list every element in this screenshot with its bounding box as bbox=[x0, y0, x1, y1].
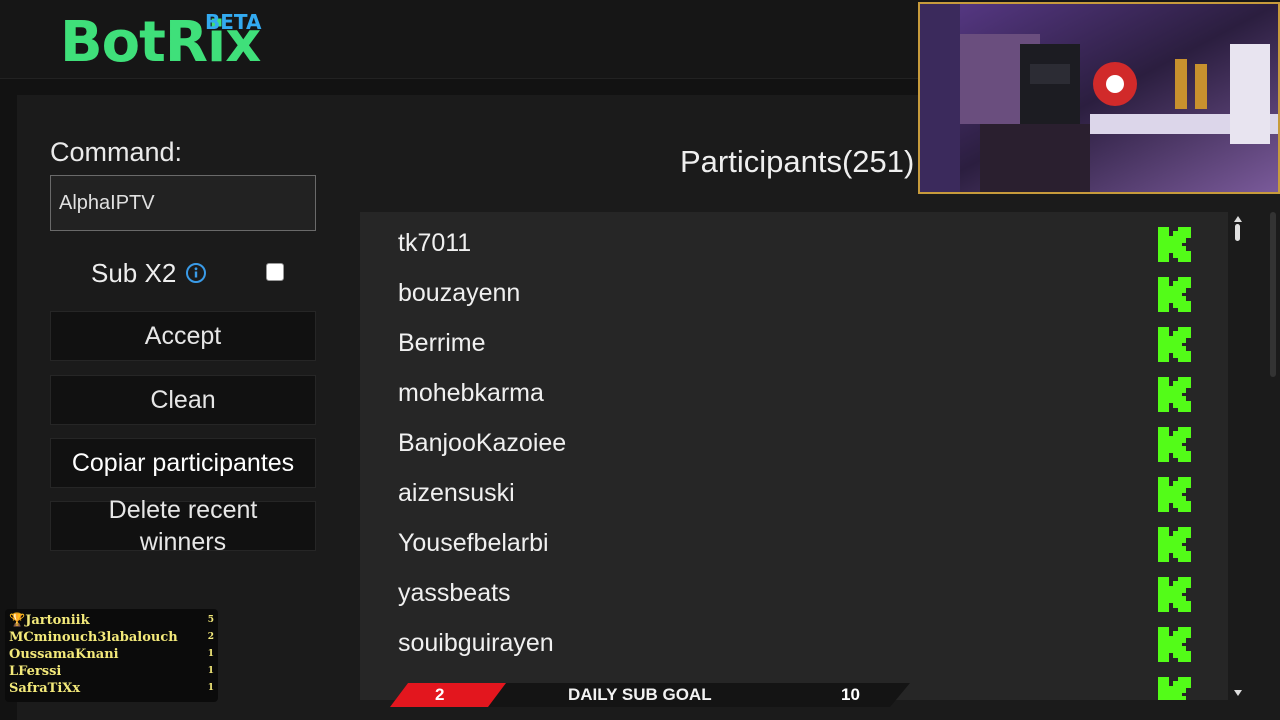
command-input[interactable] bbox=[50, 175, 316, 231]
kick-icon bbox=[1158, 427, 1191, 462]
copy-participants-button[interactable]: Copiar participantes bbox=[50, 438, 316, 488]
kick-icon bbox=[1158, 477, 1191, 512]
delete-button-line1: Delete recent bbox=[108, 496, 258, 524]
clean-button[interactable]: Clean bbox=[50, 375, 316, 425]
beta-badge: BETA bbox=[205, 10, 262, 34]
goal-target-count: 10 bbox=[841, 685, 860, 704]
kick-icon bbox=[1158, 577, 1191, 612]
webcam-overlay bbox=[918, 2, 1280, 194]
participant-row[interactable]: souibguirayen bbox=[360, 617, 1228, 667]
participant-name: Berrime bbox=[398, 329, 486, 357]
participant-name: Yousefbelarbi bbox=[398, 529, 549, 557]
winner-row: MCminouch3labalouch 2 bbox=[9, 630, 214, 647]
winner-count: 1 bbox=[207, 649, 214, 659]
participant-row[interactable]: Yousefbelarbi bbox=[360, 517, 1228, 567]
info-icon[interactable] bbox=[186, 263, 206, 283]
scroll-down-arrow-icon[interactable] bbox=[1234, 690, 1242, 696]
goal-label: DAILY SUB GOAL bbox=[568, 685, 712, 704]
trophy-icon: 🏆 bbox=[9, 613, 26, 628]
participant-row[interactable]: tk7011 bbox=[360, 217, 1228, 267]
participant-row[interactable]: BanjooKazoiee bbox=[360, 417, 1228, 467]
kick-icon bbox=[1158, 627, 1191, 662]
winner-count: 5 bbox=[207, 615, 214, 625]
kick-icon bbox=[1158, 277, 1191, 312]
winner-row: OussamaKnani 1 bbox=[9, 647, 214, 664]
participant-name: bouzayenn bbox=[398, 279, 521, 307]
winner-count: 1 bbox=[207, 683, 214, 693]
winner-row: SafraTiXx 1 bbox=[9, 681, 214, 698]
subx2-checkbox[interactable] bbox=[266, 263, 284, 281]
winner-count: 1 bbox=[207, 666, 214, 676]
kick-icon bbox=[1158, 527, 1191, 562]
participant-row[interactable]: mohebkarma bbox=[360, 367, 1228, 417]
winner-name: MCminouch3labalouch bbox=[9, 630, 178, 645]
kick-icon bbox=[1158, 227, 1191, 262]
participants-title: Participants(251) bbox=[680, 144, 915, 179]
daily-sub-goal-bar: 2 DAILY SUB GOAL 10 bbox=[390, 683, 910, 707]
participant-row[interactable]: bouzayenn bbox=[360, 267, 1228, 317]
participant-name: mohebkarma bbox=[398, 379, 544, 407]
participant-row[interactable]: aizensuski bbox=[360, 467, 1228, 517]
participant-name: yassbeats bbox=[398, 579, 511, 607]
command-label: Command: bbox=[50, 137, 183, 167]
winner-name: OussamaKnani bbox=[9, 647, 119, 662]
participant-row[interactable]: yassbeats bbox=[360, 567, 1228, 617]
participant-name: BanjooKazoiee bbox=[398, 429, 567, 457]
recent-winners-panel: 🏆Jartoniik 5 MCminouch3labalouch 2 Oussa… bbox=[5, 609, 218, 702]
webcam-scene bbox=[920, 4, 1278, 192]
winner-name: 🏆Jartoniik bbox=[9, 613, 90, 628]
scroll-up-arrow-icon[interactable] bbox=[1234, 216, 1242, 222]
delete-recent-winners-button[interactable]: Delete recent winners bbox=[50, 496, 316, 556]
page-scrollbar-thumb[interactable] bbox=[1270, 212, 1276, 377]
kick-icon bbox=[1158, 677, 1191, 700]
winner-name: LFerssi bbox=[9, 664, 62, 679]
participant-row[interactable]: Berrime bbox=[360, 317, 1228, 367]
participants-list[interactable]: tk7011 bouzayenn Berrime mohebkarma Banj… bbox=[360, 212, 1228, 700]
participant-name: tk7011 bbox=[398, 229, 472, 257]
delete-button-line2: winners bbox=[139, 528, 227, 556]
kick-icon bbox=[1158, 377, 1191, 412]
participant-name: souibguirayen bbox=[398, 629, 554, 657]
winner-count: 2 bbox=[207, 632, 214, 642]
scroll-thumb[interactable] bbox=[1235, 224, 1240, 241]
winner-row: LFerssi 1 bbox=[9, 664, 214, 681]
kick-icon bbox=[1158, 327, 1191, 362]
participants-scrollbar[interactable] bbox=[1230, 212, 1246, 700]
goal-current-count: 2 bbox=[435, 685, 445, 704]
participant-name: aizensuski bbox=[398, 479, 515, 507]
accept-button[interactable]: Accept bbox=[50, 311, 316, 361]
winner-name: SafraTiXx bbox=[9, 681, 81, 696]
subx2-label: Sub X2 bbox=[91, 258, 177, 288]
winner-row: 🏆Jartoniik 5 bbox=[9, 613, 214, 630]
